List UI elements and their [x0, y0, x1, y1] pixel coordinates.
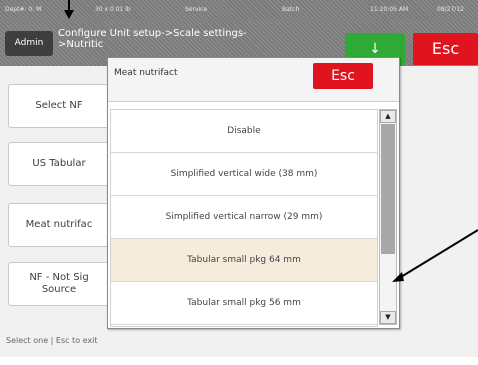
scroll-down-arrow-icon[interactable]: ▼	[380, 311, 396, 324]
meat-nutrifact-label: Meat nutrifac	[25, 219, 93, 230]
batch-status: Batch	[282, 6, 300, 13]
option-simplified-vertical-wide[interactable]: Simplified vertical wide (38 mm)	[111, 153, 377, 196]
option-label: Tabular small pkg 56 mm	[187, 298, 301, 308]
option-label: Disable	[227, 126, 261, 136]
us-tabular-label: US Tabular	[32, 158, 86, 169]
option-simplified-vertical-narrow[interactable]: Simplified vertical narrow (29 mm)	[111, 196, 377, 239]
scrollbar-thumb[interactable]	[381, 124, 395, 254]
nf-not-sig-source-label: NF - Not Sig Source	[29, 272, 89, 295]
select-nf-button[interactable]: Select NF	[8, 84, 110, 128]
dialog-title: Meat nutrifact	[114, 68, 178, 78]
header-esc-button[interactable]: Esc	[413, 33, 478, 65]
nf-not-sig-source-button[interactable]: NF - Not Sig Source	[8, 262, 110, 306]
list-scrollbar[interactable]: ▲ ▼	[379, 109, 397, 325]
meat-nutrifact-dialog: Meat nutrifact Esc Disable Simplified ve…	[107, 57, 400, 329]
scale-capacity: 30 x 0.01 lb	[95, 6, 131, 13]
option-label: Simplified vertical wide (38 mm)	[170, 169, 318, 179]
status-bar: Dept#: 0: M 30 x 0.01 lb Service Batch 1…	[0, 0, 478, 20]
footer-hint: Select one | Esc to exit	[6, 336, 98, 345]
meat-nutrifact-button[interactable]: Meat nutrifac	[8, 203, 110, 247]
breadcrumb: Configure Unit setup->Scale settings- >N…	[58, 28, 247, 50]
option-label: Tabular small pkg 64 mm	[187, 255, 301, 265]
option-label: Simplified vertical narrow (29 mm)	[165, 212, 323, 222]
app-window: Dept#: 0: M 30 x 0.01 lb Service Batch 1…	[0, 0, 478, 357]
admin-badge[interactable]: Admin	[5, 31, 53, 56]
mode-status: Service	[185, 6, 208, 13]
dialog-esc-button[interactable]: Esc	[313, 63, 373, 89]
select-nf-label: Select NF	[35, 100, 83, 111]
option-list: Disable Simplified vertical wide (38 mm)…	[110, 109, 378, 327]
option-tabular-small-pkg-56[interactable]: Tabular small pkg 56 mm	[111, 282, 377, 325]
dialog-header: Meat nutrifact Esc	[108, 58, 399, 102]
scroll-up-arrow-icon[interactable]: ▲	[380, 110, 396, 123]
dept-status: Dept#: 0: M	[5, 6, 42, 13]
option-disable[interactable]: Disable	[111, 110, 377, 153]
option-tabular-small-pkg-64[interactable]: Tabular small pkg 64 mm	[111, 239, 377, 282]
us-tabular-button[interactable]: US Tabular	[8, 142, 110, 186]
clock-date: 08/27/12	[437, 6, 464, 13]
clock-time: 11:20:05 AM	[370, 6, 409, 13]
